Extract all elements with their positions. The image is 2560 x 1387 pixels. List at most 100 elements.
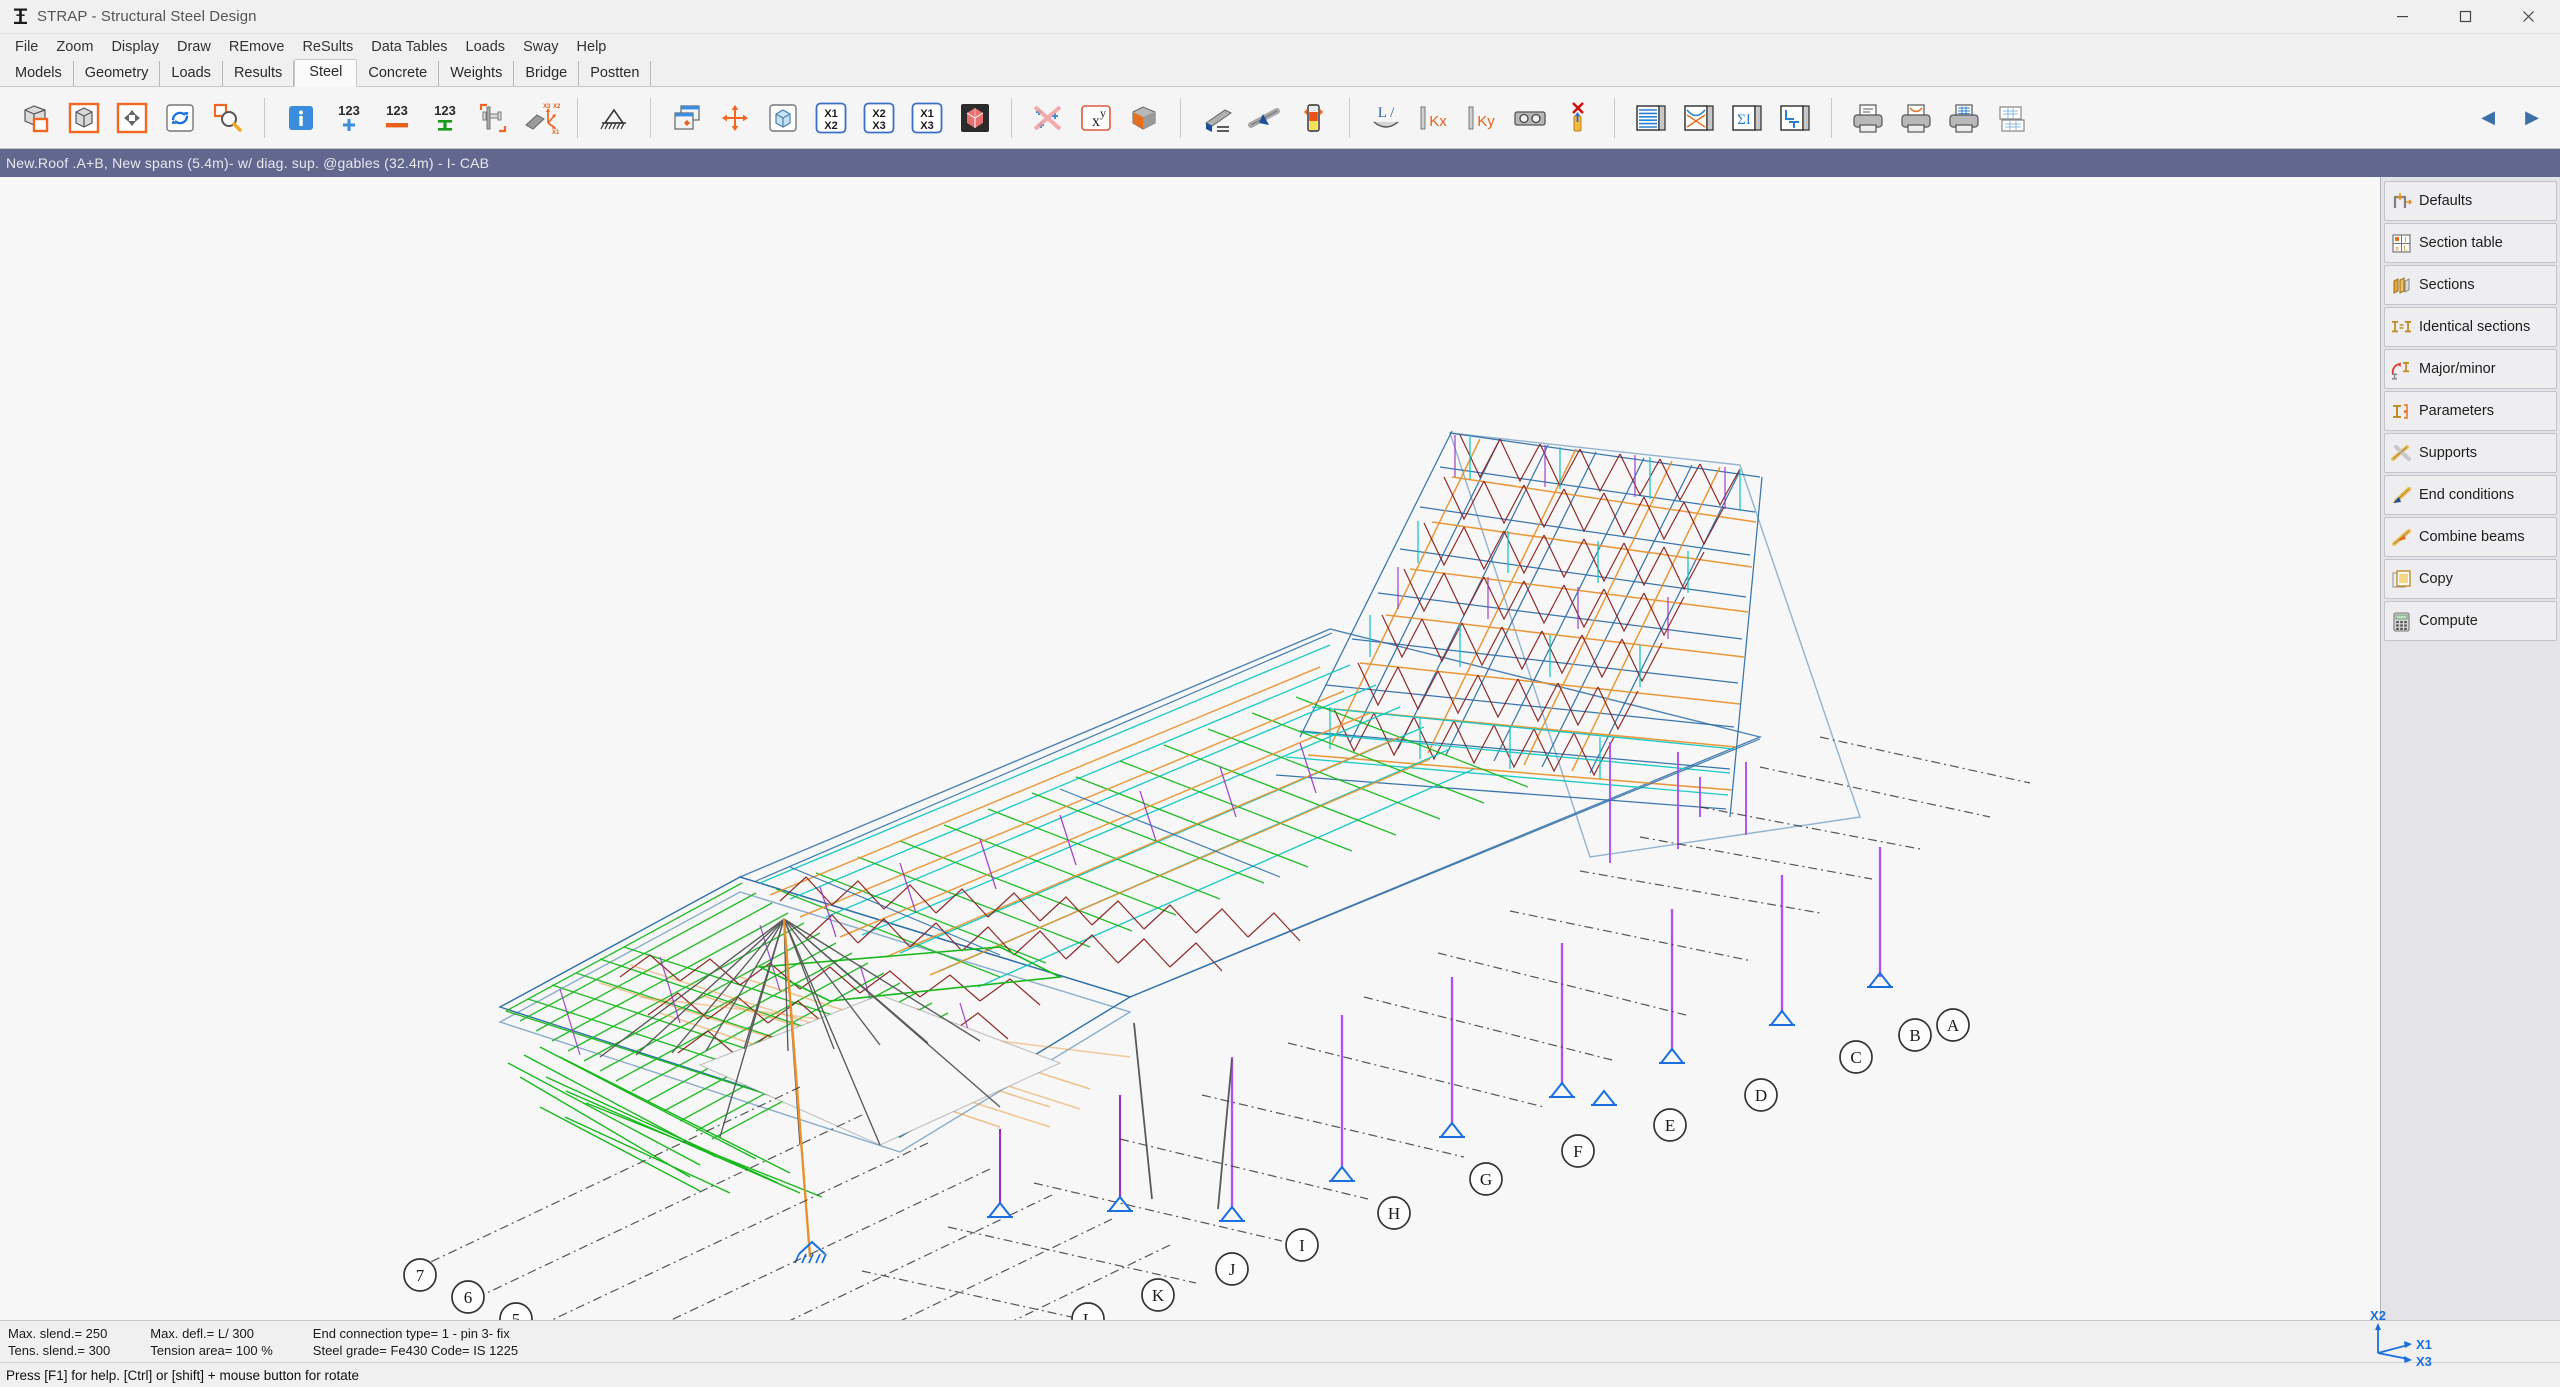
help-text: Press [F1] for help. [Ctrl] or [shift] +… <box>6 1367 360 1383</box>
table-lines-icon[interactable] <box>1629 94 1673 142</box>
menu-sway[interactable]: Sway <box>514 36 567 58</box>
sidebar-item-sections[interactable]: Sections <box>2384 265 2557 305</box>
rotate-icon[interactable] <box>713 94 757 142</box>
grid-lines-numbers <box>419 1086 1171 1320</box>
zoom-window-icon[interactable] <box>206 94 250 142</box>
ky-icon[interactable]: Ky <box>1460 94 1504 142</box>
tab-models[interactable]: Models <box>4 61 74 86</box>
local-axes-icon[interactable]: X3 X2 X1 <box>519 94 563 142</box>
123-plus-icon[interactable]: 123 <box>327 94 371 142</box>
hide-nodes-icon[interactable] <box>1026 94 1070 142</box>
menu-file[interactable]: File <box>6 36 47 58</box>
print-diagram-icon[interactable] <box>1894 94 1938 142</box>
sidebar-item-supports[interactable]: Supports <box>2384 433 2557 473</box>
section-table-icon[interactable] <box>1773 94 1817 142</box>
beam-section-icon[interactable] <box>1195 94 1239 142</box>
compute-icon <box>2391 611 2412 632</box>
svg-text:X3: X3 <box>2416 1354 2432 1369</box>
close-button[interactable] <box>2497 0 2560 34</box>
plane-x1x2-icon[interactable]: X1 X2 <box>809 94 853 142</box>
major-minor-icon <box>2391 359 2412 380</box>
support-icon[interactable] <box>592 94 636 142</box>
render-solid-icon[interactable] <box>953 94 997 142</box>
toolbar-group-node: x y <box>1018 87 1174 148</box>
maximize-button[interactable] <box>2434 0 2497 34</box>
cube-solid-icon[interactable] <box>62 94 106 142</box>
tab-weights[interactable]: Weights <box>439 61 515 86</box>
123-minus-icon[interactable]: 123 <box>375 94 419 142</box>
menu-remove[interactable]: REmove <box>220 36 294 58</box>
svg-text:X2: X2 <box>2370 1309 2386 1323</box>
grid-bubbles-letters: A B C D E F G H I J K L M N <box>1071 1008 1970 1320</box>
menu-zoom[interactable]: Zoom <box>47 36 102 58</box>
print-icon[interactable] <box>1846 94 1890 142</box>
minimize-button[interactable] <box>2371 0 2434 34</box>
model-viewport[interactable]: A B C D E F G H I J K L M N 1 <box>0 177 2380 1320</box>
model-title-text: New.Roof .A+B, New spans (5.4m)- w/ diag… <box>6 155 490 171</box>
kx-icon[interactable]: Kx <box>1412 94 1456 142</box>
sum-table-icon[interactable]: ΣI <box>1725 94 1769 142</box>
tab-geometry[interactable]: Geometry <box>74 61 161 86</box>
plane-x2x3-icon[interactable]: X2 X3 <box>857 94 901 142</box>
toolbar-group-design: L / Kx Ky <box>1356 87 1608 148</box>
toolbar-group-tables: ΣI <box>1621 87 1825 148</box>
sidebar-item-major-minor[interactable]: Major/minor <box>2384 349 2557 389</box>
status-max-slend: Max. slend.= 250 <box>8 1325 108 1341</box>
tab-loads[interactable]: Loads <box>160 61 223 86</box>
main-toolbar: 123 123 123 X3 X2 X1 X1 X2 X2 X3 X1 X3 x… <box>0 87 2560 149</box>
restraints-icon[interactable] <box>1508 94 1552 142</box>
menu-display[interactable]: Display <box>102 36 168 58</box>
toolbar-next-button[interactable]: ▶ <box>2510 94 2554 142</box>
isometric-icon[interactable] <box>761 94 805 142</box>
print-table-icon[interactable] <box>1942 94 1986 142</box>
sidebar-item-copy[interactable]: Copy <box>2384 559 2557 599</box>
sidebar-item-end-conditions[interactable]: End conditions <box>2384 475 2557 515</box>
sidebar-item-combine-beams[interactable]: Combine beams <box>2384 517 2557 557</box>
beam-ends-icon[interactable] <box>471 94 515 142</box>
tab-concrete[interactable]: Concrete <box>357 61 440 86</box>
sidebar-item-defaults[interactable]: Defaults <box>2384 181 2557 221</box>
sidebar-item-parameters[interactable]: Parameters <box>2384 391 2557 431</box>
stress-ratio-icon[interactable] <box>1291 94 1335 142</box>
toolbar-separator <box>1011 97 1012 138</box>
sidebar-item-identical-sections[interactable]: Identical sections <box>2384 307 2557 347</box>
svg-text:C: C <box>1850 1048 1861 1067</box>
toolbar-prev-button[interactable]: ◀ <box>2466 94 2510 142</box>
deflection-icon[interactable]: L / <box>1364 94 1408 142</box>
status-tens-slend: Tens. slend.= 300 <box>8 1342 111 1358</box>
menu-data-tables[interactable]: Data Tables <box>362 36 456 58</box>
identical-sections-icon <box>2391 317 2412 338</box>
cube-partial-icon[interactable] <box>14 94 58 142</box>
windows-icon[interactable] <box>665 94 709 142</box>
svg-text:X1: X1 <box>920 108 933 120</box>
diagram-table-icon[interactable] <box>1677 94 1721 142</box>
xy-label-icon[interactable]: x y <box>1074 94 1118 142</box>
menu-loads[interactable]: Loads <box>457 36 515 58</box>
info-icon[interactable] <box>279 94 323 142</box>
zoom-extents-icon[interactable] <box>110 94 154 142</box>
status-steel-grade-code: Steel grade= Fe430 Code= IS 1225 <box>312 1342 519 1358</box>
tab-steel[interactable]: Steel <box>294 59 358 87</box>
beam-connect-icon[interactable] <box>1243 94 1287 142</box>
parameters-icon <box>2391 401 2412 422</box>
structural-model-drawing[interactable]: A B C D E F G H I J K L M N 1 <box>0 177 2372 1320</box>
sidebar-item-compute[interactable]: Compute <box>2384 601 2557 641</box>
toolbar-separator <box>650 97 651 138</box>
render-cube-icon[interactable] <box>1122 94 1166 142</box>
menu-results[interactable]: ReSults <box>293 36 362 58</box>
delete-restraint-icon[interactable] <box>1556 94 1600 142</box>
refresh-icon[interactable] <box>158 94 202 142</box>
copy-icon <box>2391 569 2412 590</box>
plane-x1x3-icon[interactable]: X1 X3 <box>905 94 949 142</box>
tab-bridge[interactable]: Bridge <box>514 61 580 86</box>
menu-bar: File Zoom Display Draw REmove ReSults Da… <box>0 34 2560 60</box>
123-beam-icon[interactable]: 123 <box>423 94 467 142</box>
print-preview-icon[interactable] <box>1990 94 2034 142</box>
sidebar-item-section-table[interactable]: I n L Section table <box>2384 223 2557 263</box>
menu-draw[interactable]: Draw <box>168 36 220 58</box>
svg-text:L /: L / <box>1378 105 1395 121</box>
tab-results[interactable]: Results <box>223 61 295 86</box>
menu-help[interactable]: Help <box>568 36 616 58</box>
toolbar-separator <box>1180 97 1181 138</box>
tab-postten[interactable]: Postten <box>579 61 652 86</box>
